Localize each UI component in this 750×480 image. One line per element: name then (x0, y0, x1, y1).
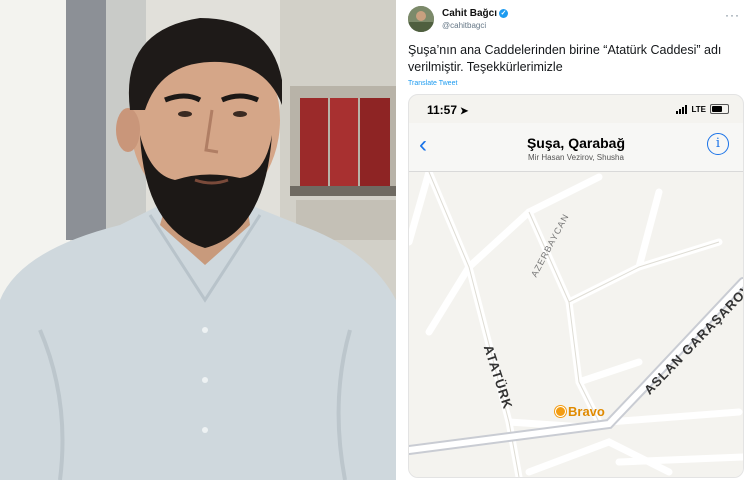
maps-screenshot[interactable]: 11:57 ➤ LTE ‹ Şuşa, Qarabağ Mir Hasan Vez… (408, 94, 744, 478)
poi-marker[interactable]: Bravo (555, 404, 605, 419)
battery-icon (710, 104, 729, 114)
location-title: Şuşa, Qarabağ (526, 135, 626, 151)
poi-label: Bravo (568, 404, 605, 419)
map-view[interactable]: AZERBAYCAN ATATÜRK ASLAN GARAŞAROV Bravo (409, 172, 743, 477)
portrait-photo (0, 0, 396, 480)
tweet-header: Cahit Bağcı ✓ @cahitbagci ··· (408, 6, 742, 34)
status-indicators: LTE (676, 103, 729, 115)
status-time: 11:57 ➤ (427, 103, 468, 117)
location-arrow-icon: ➤ (460, 106, 469, 117)
author-handle[interactable]: @cahitbagci (442, 21, 486, 30)
map-nav-bar: ‹ Şuşa, Qarabağ Mir Hasan Vezirov, Shush… (409, 123, 743, 172)
poi-pin-icon (555, 406, 566, 417)
tweet-card: Cahit Bağcı ✓ @cahitbagci ··· Şuşa’nın an… (400, 0, 750, 480)
avatar[interactable] (408, 6, 434, 32)
author-name-label: Cahit Bağcı (442, 8, 498, 19)
network-type: LTE (691, 104, 706, 114)
status-time-label: 11:57 (427, 103, 458, 117)
location-subtitle: Mir Hasan Vezirov, Shusha (528, 153, 624, 162)
more-horizontal-icon[interactable]: ··· (725, 8, 740, 22)
translate-tweet-link[interactable]: Translate Tweet (408, 80, 457, 87)
signal-icon (676, 104, 688, 114)
author-name[interactable]: Cahit Bağcı ✓ (442, 8, 509, 19)
tweet-text: Şuşa’nın ana Caddelerinden birine “Atatü… (408, 43, 722, 74)
verified-badge-icon: ✓ (499, 9, 509, 18)
info-icon[interactable]: i (707, 133, 729, 155)
status-bar: 11:57 ➤ LTE (409, 95, 743, 123)
